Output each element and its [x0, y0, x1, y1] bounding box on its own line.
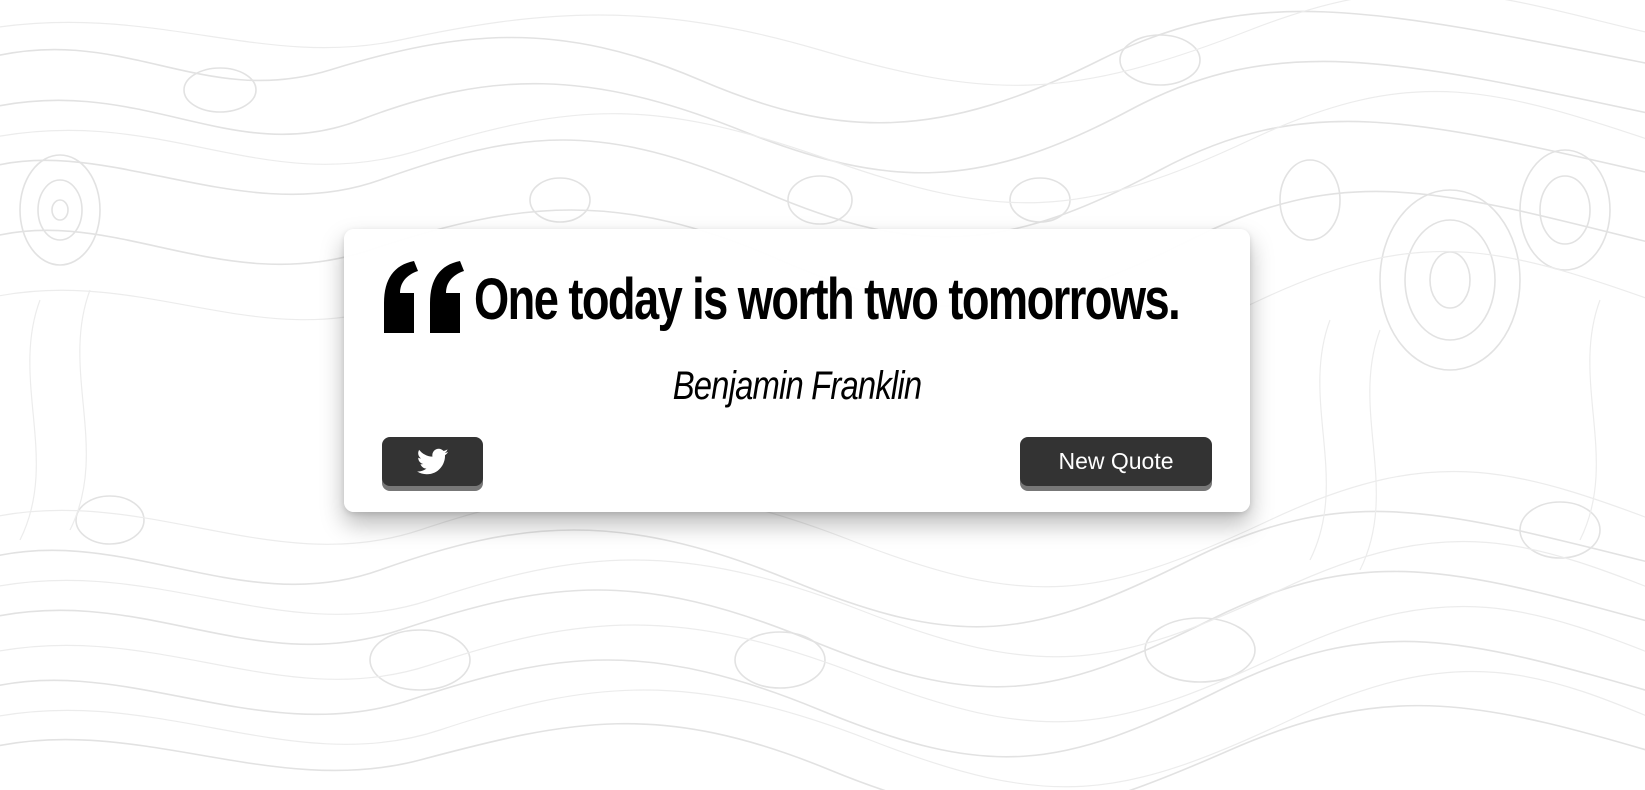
quote-text: One today is worth two tomorrows.: [474, 267, 1181, 332]
quote-row: One today is worth two tomorrows.: [380, 257, 1220, 337]
quote-card: One today is worth two tomorrows. Benjam…: [344, 229, 1250, 512]
tweet-button[interactable]: [382, 437, 483, 486]
quote-left-icon: [384, 261, 464, 333]
quote-author: Benjamin Franklin: [672, 364, 922, 408]
twitter-icon: [416, 448, 448, 474]
new-quote-button[interactable]: New Quote: [1020, 437, 1212, 486]
